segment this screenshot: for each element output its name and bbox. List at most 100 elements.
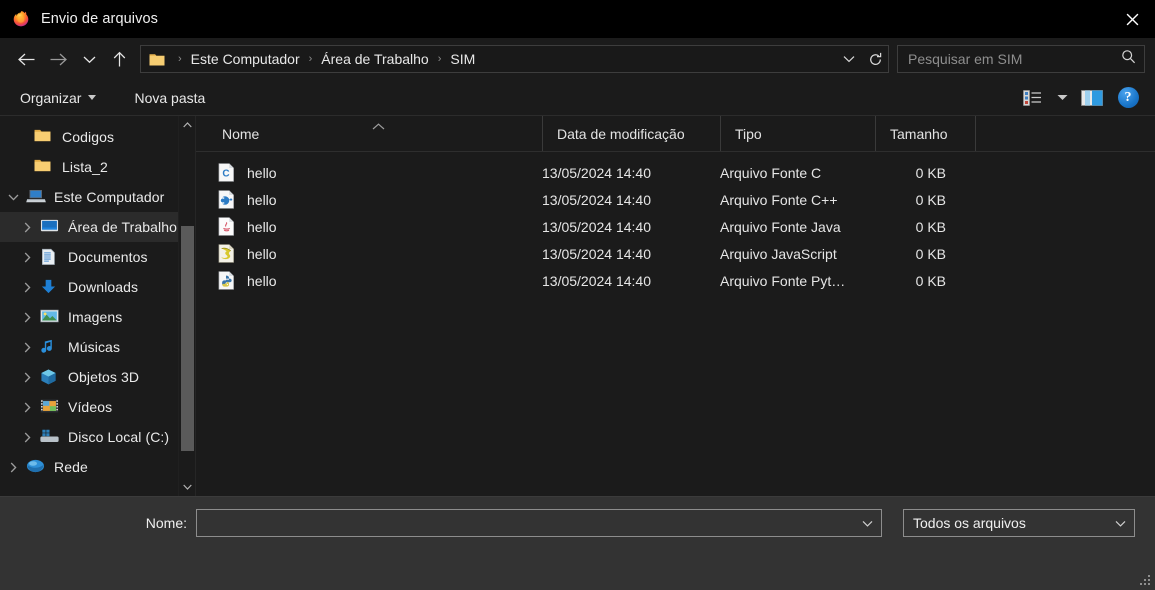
- breadcrumb[interactable]: › Este Computador › Área de Trabalho › S…: [140, 45, 889, 73]
- chevron-right-icon[interactable]: [14, 402, 40, 413]
- folder-tree: Codigos Lista_2 Este Computador Área de …: [0, 116, 178, 496]
- command-toolbar: Organizar Nova pasta ?: [0, 80, 1155, 116]
- chevron-right-icon[interactable]: [14, 252, 40, 263]
- chevron-right-icon[interactable]: [14, 432, 40, 443]
- java-source-file-icon: [218, 217, 235, 236]
- help-glyph: ?: [1117, 87, 1139, 108]
- column-header-size-label: Tamanho: [890, 125, 948, 142]
- network-icon: [26, 458, 46, 476]
- file-upload-dialog: Envio de arquivos › Este Computador › Ár…: [0, 0, 1155, 590]
- help-icon[interactable]: ?: [1111, 84, 1145, 112]
- breadcrumb-chevron-down-icon[interactable]: [836, 46, 862, 72]
- sidebar-item-disco-local-c[interactable]: Disco Local (C:): [0, 422, 178, 452]
- file-name-combobox[interactable]: [196, 509, 882, 537]
- navigation-sidebar: Codigos Lista_2 Este Computador Área de …: [0, 116, 196, 496]
- file-name-cell: hello: [196, 190, 542, 209]
- sidebar-item-label: Downloads: [68, 279, 139, 295]
- breadcrumb-item-1[interactable]: Área de Trabalho: [319, 51, 430, 67]
- sidebar-item-label: Rede: [54, 459, 88, 475]
- sidebar-scrollbar[interactable]: [178, 116, 195, 496]
- recent-locations-chevron-down-icon[interactable]: [74, 44, 104, 74]
- file-name-label: Nome:: [145, 515, 187, 531]
- file-name-label: hello: [247, 272, 277, 289]
- desktop-icon: [40, 218, 60, 236]
- file-type-filter-dropdown[interactable]: Todos os arquivos: [903, 509, 1135, 537]
- sidebar-item-imagens[interactable]: Imagens: [0, 302, 178, 332]
- forward-arrow-icon[interactable]: [42, 44, 74, 74]
- scroll-down-chevron-icon[interactable]: [179, 478, 195, 496]
- firefox-logo-icon: [12, 10, 30, 28]
- sidebar-item-documentos[interactable]: Documentos: [0, 242, 178, 272]
- column-header-name[interactable]: Nome: [196, 116, 542, 151]
- downloads-icon: [40, 278, 60, 296]
- column-headers: Nome Data de modificação Tipo Tamanho: [196, 116, 1155, 152]
- sidebar-item-este-computador[interactable]: Este Computador: [0, 182, 178, 212]
- scrollbar-thumb[interactable]: [181, 226, 194, 451]
- chevron-down-icon[interactable]: [0, 194, 26, 201]
- chevron-right-icon[interactable]: [14, 282, 40, 293]
- table-row[interactable]: hello 13/05/2024 14:40 Arquivo JavaScrip…: [196, 240, 1155, 267]
- organize-label: Organizar: [20, 89, 82, 106]
- file-name-cell: hello: [196, 217, 542, 236]
- breadcrumb-separator: ›: [178, 53, 182, 65]
- file-date-cell: 13/05/2024 14:40: [542, 191, 651, 208]
- sidebar-item-videos[interactable]: Vídeos: [0, 392, 178, 422]
- sidebar-item-label: Lista_2: [62, 159, 108, 175]
- file-name-cell: C hello: [196, 163, 542, 182]
- chevron-right-icon[interactable]: [14, 342, 40, 353]
- column-header-type[interactable]: Tipo: [720, 116, 875, 151]
- close-icon[interactable]: [1109, 0, 1155, 38]
- refresh-icon[interactable]: [862, 46, 888, 72]
- file-name-label: hello: [247, 191, 277, 208]
- organize-button[interactable]: Organizar: [14, 87, 102, 109]
- sidebar-item-codigos[interactable]: Codigos: [0, 122, 178, 152]
- sidebar-item-label: Músicas: [68, 339, 121, 355]
- file-name-chevron-down-icon[interactable]: [858, 514, 877, 532]
- chevron-right-icon[interactable]: [14, 222, 40, 233]
- view-chevron-down-icon[interactable]: [1051, 84, 1073, 112]
- sidebar-item-label: Imagens: [68, 309, 123, 325]
- sidebar-item-musicas[interactable]: Músicas: [0, 332, 178, 362]
- sidebar-item-label: Vídeos: [68, 399, 113, 415]
- file-type-cell: Arquivo JavaScript: [720, 245, 837, 262]
- sidebar-item-rede[interactable]: Rede: [0, 452, 178, 482]
- scroll-up-chevron-icon[interactable]: [179, 116, 195, 134]
- hard-drive-icon: [40, 428, 60, 446]
- search-box[interactable]: [897, 45, 1145, 73]
- javascript-file-icon: [218, 244, 235, 263]
- sidebar-item-downloads[interactable]: Downloads: [0, 272, 178, 302]
- list-view-icon[interactable]: [1015, 84, 1049, 112]
- folder-icon: [149, 52, 165, 66]
- search-icon[interactable]: [1121, 49, 1136, 69]
- pictures-icon: [40, 308, 60, 326]
- table-row[interactable]: C hello 13/05/2024 14:40 Arquivo Fonte C…: [196, 159, 1155, 186]
- resize-grip-icon[interactable]: [1139, 574, 1152, 587]
- cpp-source-file-icon: [218, 190, 235, 209]
- sort-ascending-icon: [372, 117, 385, 133]
- sidebar-item-area-de-trabalho[interactable]: Área de Trabalho: [0, 212, 178, 242]
- breadcrumb-separator: ›: [437, 53, 442, 65]
- file-name-input[interactable]: [205, 515, 858, 531]
- c-source-file-icon: C: [218, 163, 235, 182]
- column-header-date[interactable]: Data de modificação: [542, 116, 720, 151]
- file-type-cell: Arquivo Fonte Pyt…: [720, 272, 846, 289]
- breadcrumb-item-2[interactable]: SIM: [448, 51, 477, 67]
- back-arrow-icon[interactable]: [10, 44, 42, 74]
- search-input[interactable]: [908, 51, 1117, 67]
- table-row[interactable]: hello 13/05/2024 14:40 Arquivo Fonte C++…: [196, 186, 1155, 213]
- chevron-right-icon[interactable]: [14, 312, 40, 323]
- preview-pane-icon[interactable]: [1075, 84, 1109, 112]
- sidebar-item-lista2[interactable]: Lista_2: [0, 152, 178, 182]
- breadcrumb-item-0[interactable]: Este Computador: [189, 51, 302, 67]
- chevron-right-icon[interactable]: [0, 462, 26, 473]
- folder-icon: [34, 158, 54, 176]
- new-folder-button[interactable]: Nova pasta: [128, 87, 211, 109]
- up-arrow-icon[interactable]: [104, 44, 134, 74]
- table-row[interactable]: hello 13/05/2024 14:40 Arquivo Fonte Pyt…: [196, 267, 1155, 294]
- file-type-filter-value: Todos os arquivos: [913, 515, 1026, 531]
- sidebar-item-objetos-3d[interactable]: Objetos 3D: [0, 362, 178, 392]
- chevron-right-icon[interactable]: [14, 372, 40, 383]
- filter-chevron-down-icon[interactable]: [1111, 514, 1130, 532]
- column-header-size[interactable]: Tamanho: [875, 116, 975, 151]
- table-row[interactable]: hello 13/05/2024 14:40 Arquivo Fonte Jav…: [196, 213, 1155, 240]
